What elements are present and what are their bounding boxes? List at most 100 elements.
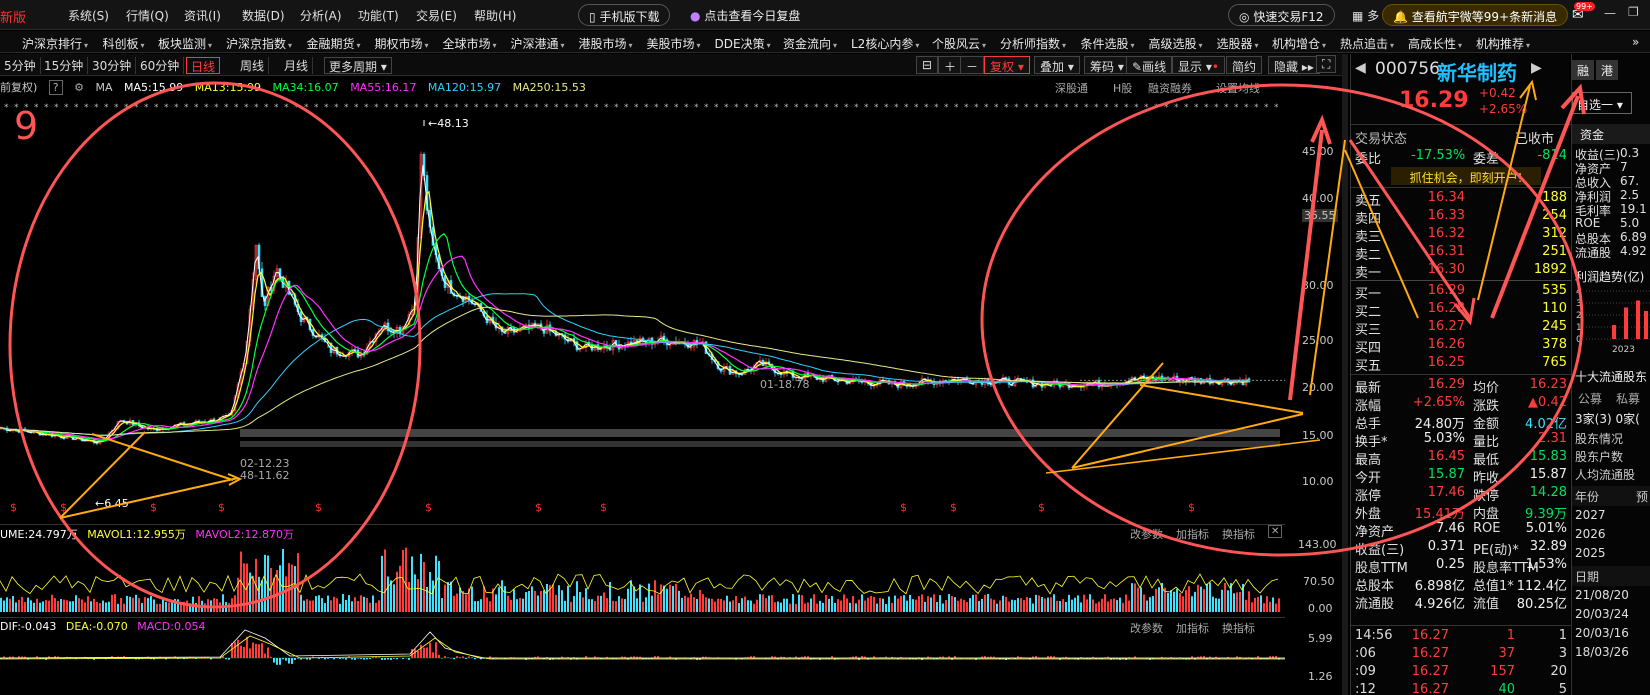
svg-text:*: *: [744, 103, 749, 113]
h-share-link[interactable]: H股: [1113, 80, 1132, 96]
fullscreen-icon[interactable]: ⛶: [1316, 55, 1337, 73]
candlestick-chart[interactable]: * * * * * * * * * * * * * * * * * * * * * * * * * * * * * * * * * * * * * * * *…: [0, 96, 1285, 521]
minimize-icon[interactable]: —: [1604, 6, 1616, 20]
tf-monthly[interactable]: 月线: [280, 57, 314, 74]
nav-item-13[interactable]: 个股风云 ▾: [932, 35, 986, 52]
simple-button[interactable]: 简约: [1226, 56, 1263, 74]
nav-item-19[interactable]: 热点追击 ▾: [1340, 35, 1394, 52]
holder-count-link[interactable]: 股东户数: [1575, 448, 1623, 465]
menu-market[interactable]: 行情(Q): [126, 7, 169, 24]
nav-item-4[interactable]: 金融期货 ▾: [307, 35, 361, 52]
panel-splitter[interactable]: [1342, 54, 1348, 695]
sell-row[interactable]: 卖五 16.34 188: [1355, 190, 1567, 209]
stat-value: 4.926亿: [1414, 597, 1465, 612]
nav-item-2[interactable]: 板块监测 ▾: [158, 35, 212, 52]
nav-item-11[interactable]: 资金流向 ▾: [783, 35, 837, 52]
restore-rights-button[interactable]: 复权 ▾: [984, 56, 1030, 74]
nav-item-20[interactable]: 高成长性 ▾: [1408, 35, 1462, 52]
buy-row[interactable]: 买一 16.29 535: [1355, 283, 1567, 302]
overlay-button[interactable]: 叠加 ▾: [1034, 56, 1080, 74]
nav-item-16[interactable]: 高级选股 ▾: [1149, 35, 1203, 52]
prev-stock-icon[interactable]: ◀: [1355, 60, 1366, 76]
lock-icon[interactable]: ⊟: [916, 56, 939, 74]
event-date[interactable]: 18/03/26: [1575, 645, 1629, 659]
sell-row[interactable]: 卖四 16.33 254: [1355, 208, 1567, 227]
svg-text:*: *: [424, 103, 429, 113]
quick-trade-button[interactable]: ◎ 快速交易F12: [1228, 4, 1335, 26]
chips-button[interactable]: 筹码 ▾: [1084, 56, 1130, 74]
menu-news[interactable]: 资讯(I): [184, 7, 221, 24]
news-notice-button[interactable]: 🔔 查看航宇微等99+条新消息: [1382, 4, 1569, 26]
svg-text:*: *: [254, 103, 259, 113]
holder-info-link[interactable]: 股东情况: [1575, 430, 1623, 447]
display-button[interactable]: 显示 ▾•: [1172, 56, 1225, 74]
open-account-promo[interactable]: 抓住机会，即刻开户!: [1391, 167, 1541, 185]
tf-5min[interactable]: 5分钟: [0, 57, 41, 74]
event-date[interactable]: 21/08/20: [1575, 588, 1629, 602]
avg-float-link[interactable]: 人均流通股: [1575, 466, 1635, 483]
set-ma-link[interactable]: 设置均线: [1216, 80, 1260, 96]
hk-connect-button[interactable]: 港: [1596, 60, 1618, 80]
nav-item-21[interactable]: 机构推荐 ▾: [1476, 35, 1530, 52]
buy-row[interactable]: 买三 16.27 245: [1355, 319, 1567, 338]
buy-row[interactable]: 买二 16.28 110: [1355, 301, 1567, 320]
menu-help[interactable]: 帮助(H): [474, 7, 516, 24]
stat-row: 流通股 4.926亿 流值 80.25亿: [1355, 593, 1567, 612]
tf-30min[interactable]: 30分钟: [88, 57, 137, 74]
event-date[interactable]: 20/03/16: [1575, 626, 1629, 640]
sell-row[interactable]: 卖一 16.30 1892: [1355, 262, 1567, 281]
tab-capital[interactable]: 资金: [1572, 124, 1650, 144]
svg-text:*: *: [924, 103, 929, 113]
layout-grid-button[interactable]: ▦ 多: [1352, 7, 1379, 24]
nav-item-18[interactable]: 机构增仓 ▾: [1272, 35, 1326, 52]
nav-item-5[interactable]: 期权市场 ▾: [375, 35, 429, 52]
tf-daily[interactable]: 日线: [186, 57, 221, 74]
maximize-icon[interactable]: ❐: [1628, 5, 1639, 19]
sell-price: 16.30: [1427, 262, 1465, 277]
nav-item-12[interactable]: L2核心内参 ▾: [851, 35, 919, 52]
sz-connect-link[interactable]: 深股通: [1055, 80, 1088, 96]
tf-60min[interactable]: 60分钟: [136, 57, 185, 74]
nav-item-17[interactable]: 选股器 ▾: [1217, 35, 1259, 52]
tf-15min[interactable]: 15分钟: [40, 57, 89, 74]
nav-item-3[interactable]: 沪深京指数 ▾: [226, 35, 292, 52]
nav-item-14[interactable]: 分析师指数 ▾: [1000, 35, 1066, 52]
buy-row[interactable]: 买五 16.25 765: [1355, 355, 1567, 374]
next-stock-icon[interactable]: ▶: [1531, 60, 1542, 76]
menu-trade[interactable]: 交易(E): [416, 7, 457, 24]
watchlist-select[interactable]: 自选一 ▾: [1572, 92, 1632, 114]
zoom-in-icon[interactable]: ＋: [938, 56, 963, 74]
sell-row[interactable]: 卖二 16.31 251: [1355, 244, 1567, 263]
zoom-out-icon[interactable]: －: [960, 56, 985, 74]
nav-item-15[interactable]: 条件选股 ▾: [1081, 35, 1135, 52]
buy-row[interactable]: 买四 16.26 378: [1355, 337, 1567, 356]
tick-time: :12: [1355, 682, 1376, 695]
settings-gear-icon[interactable]: ⚙: [74, 81, 84, 94]
menu-data[interactable]: 数据(D): [242, 7, 285, 24]
nav-item-10[interactable]: DDE决策 ▾: [715, 35, 771, 52]
daily-review-button[interactable]: ● 点击查看今日复盘: [680, 4, 810, 26]
hide-button[interactable]: 隐藏 ▸▸: [1268, 56, 1320, 74]
nav-item-6[interactable]: 全球市场 ▾: [443, 35, 497, 52]
tf-weekly[interactable]: 周线: [236, 57, 270, 74]
menu-system[interactable]: 系统(S): [68, 7, 109, 24]
help-icon[interactable]: ?: [48, 80, 63, 95]
stat-value: 15.87: [1529, 467, 1567, 482]
tf-more[interactable]: 更多周期 ▾: [324, 57, 392, 74]
nav-item-1[interactable]: 科创板 ▾: [103, 35, 145, 52]
draw-line-button[interactable]: ✎画线: [1126, 56, 1173, 74]
mobile-download-button[interactable]: ▯ 手机版下载: [578, 4, 671, 26]
margin-button[interactable]: 融: [1572, 60, 1594, 80]
sell-row[interactable]: 卖三 16.32 312: [1355, 226, 1567, 245]
nav-item-0[interactable]: 沪深京排行 ▾: [22, 35, 88, 52]
svg-text:*: *: [1114, 103, 1119, 113]
menu-function[interactable]: 功能(T): [358, 7, 399, 24]
top-holders-title[interactable]: 十大流通股东: [1575, 368, 1647, 385]
menu-analysis[interactable]: 分析(A): [300, 7, 342, 24]
margin-trading-link[interactable]: 融资融券: [1148, 80, 1192, 96]
nav-more-icon[interactable]: »: [1632, 35, 1639, 49]
event-date[interactable]: 20/03/24: [1575, 607, 1629, 621]
nav-item-9[interactable]: 美股市场 ▾: [647, 35, 701, 52]
nav-item-8[interactable]: 港股市场 ▾: [579, 35, 633, 52]
nav-item-7[interactable]: 沪深港通 ▾: [511, 35, 565, 52]
